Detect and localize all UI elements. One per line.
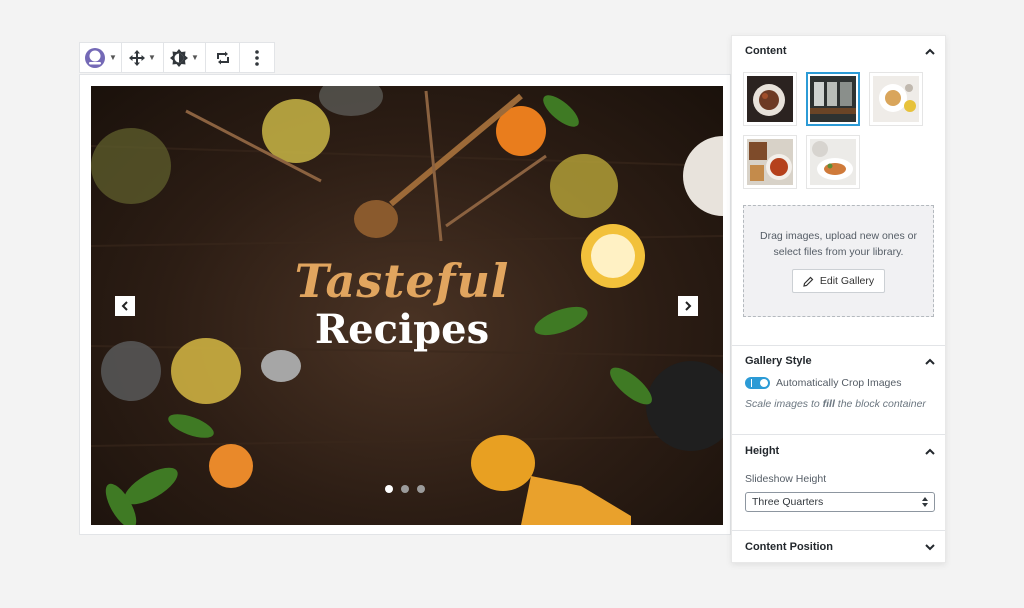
height-section-title: Height (745, 445, 780, 457)
slideshow-image: Tasteful Recipes (91, 86, 723, 525)
thumbnail-dish-plate[interactable] (743, 72, 797, 126)
edit-gallery-label: Edit Gallery (819, 275, 875, 287)
slide-dots (385, 485, 425, 493)
crop-images-row: Automatically Crop Images (732, 377, 945, 389)
brightness-button[interactable]: ▼ (164, 43, 206, 72)
move-arrows-icon (129, 49, 146, 66)
thumbnail-pizza-and-snacks[interactable] (743, 135, 797, 189)
chevron-right-icon (684, 301, 692, 311)
thumbnail-salad-plate[interactable] (806, 135, 860, 189)
chevron-up-icon (925, 358, 935, 365)
chevron-down-icon (925, 543, 935, 551)
gallery-style-section: Gallery Style Automatically Crop Images … (732, 346, 945, 435)
content-section-header[interactable]: Content (732, 36, 945, 66)
thumbnail-table-setting[interactable] (869, 72, 923, 126)
chevron-down-icon: ▼ (148, 53, 156, 62)
content-position-title: Content Position (745, 541, 833, 553)
transform-icon (215, 50, 231, 66)
content-section: Content Drag images, upload new ones or … (732, 36, 945, 346)
ellipsis-vertical-icon (255, 49, 259, 66)
block-style-button[interactable]: ▼ (80, 43, 122, 72)
pencil-icon (803, 276, 814, 287)
slideshow-height-label: Slideshow Height (745, 473, 827, 485)
next-slide-button[interactable] (678, 296, 698, 316)
crop-images-label: Automatically Crop Images (776, 377, 902, 389)
slide-title-script: Tasteful (294, 254, 510, 308)
edit-gallery-button[interactable]: Edit Gallery (791, 269, 886, 293)
brightness-icon (170, 48, 189, 67)
chevron-up-icon (925, 48, 935, 55)
gallery-style-header[interactable]: Gallery Style (732, 346, 945, 376)
slide-title-main: Recipes (314, 306, 490, 353)
transform-button[interactable] (206, 43, 240, 72)
previous-slide-button[interactable] (115, 296, 135, 316)
more-options-button[interactable] (240, 43, 274, 72)
slide-dot[interactable] (385, 485, 393, 493)
slide-dot[interactable] (401, 485, 409, 493)
block-toolbar: ▼ ▼ ▼ (79, 42, 275, 73)
slideshow-height-select[interactable]: Three Quarters (745, 492, 935, 512)
chevron-down-icon: ▼ (109, 53, 117, 62)
height-section: Height Slideshow Height Three Quarters (732, 435, 945, 531)
select-arrows-icon (922, 497, 928, 507)
content-position-section: Content Position (732, 531, 945, 563)
thumbnail-restaurant-interior[interactable] (806, 72, 860, 126)
slide-heading: Tasteful Recipes (91, 254, 723, 353)
circle-avatar-icon (84, 47, 106, 69)
crop-images-help: Scale images to fill the block container (745, 398, 926, 410)
gallery-thumbnails (732, 66, 945, 189)
chevron-down-icon: ▼ (191, 53, 199, 62)
move-button[interactable]: ▼ (122, 43, 164, 72)
block-settings-panel: Content Drag images, upload new ones or … (731, 35, 946, 563)
chevron-left-icon (121, 301, 129, 311)
slideshow-block[interactable]: Tasteful Recipes (79, 74, 731, 535)
content-position-header[interactable]: Content Position (732, 531, 945, 563)
slide-dot[interactable] (417, 485, 425, 493)
dropzone-instructions: Drag images, upload new ones or select f… (759, 230, 917, 258)
height-section-header[interactable]: Height (732, 435, 945, 467)
crop-images-toggle[interactable] (745, 377, 770, 389)
gallery-style-title: Gallery Style (745, 355, 812, 367)
slideshow-height-value: Three Quarters (752, 496, 824, 508)
chevron-up-icon (925, 448, 935, 455)
content-section-title: Content (745, 45, 787, 57)
gallery-dropzone[interactable]: Drag images, upload new ones or select f… (743, 205, 934, 317)
